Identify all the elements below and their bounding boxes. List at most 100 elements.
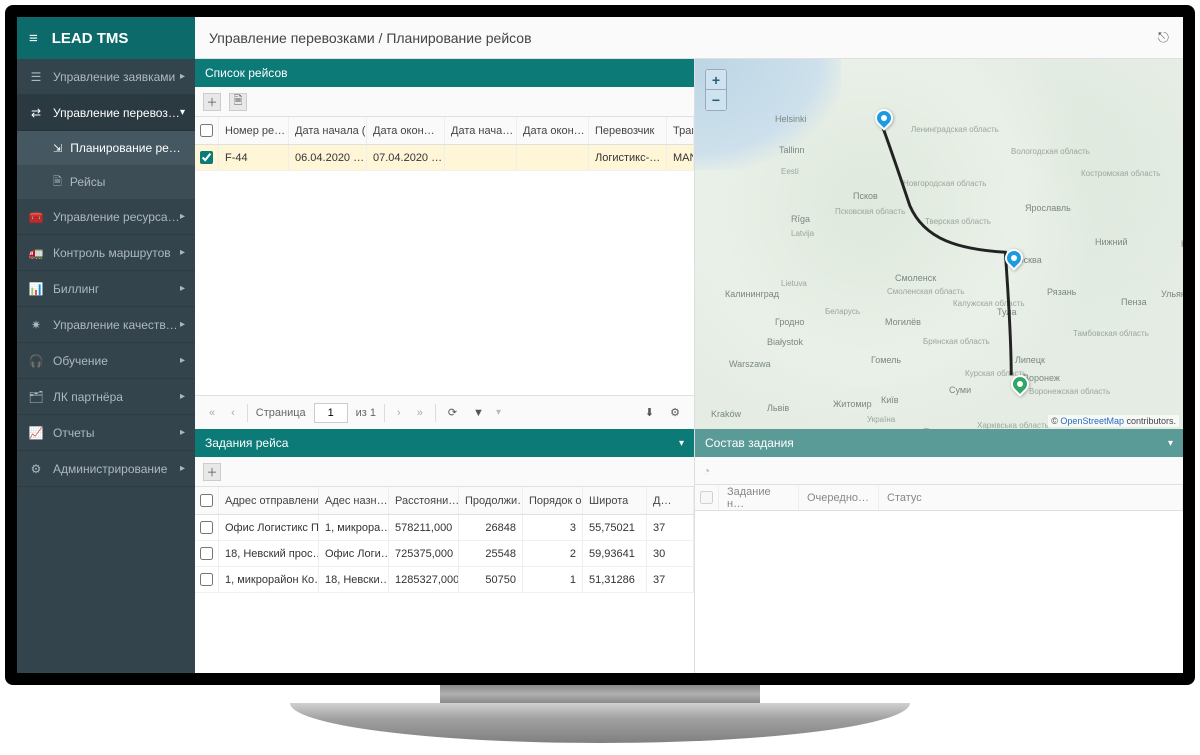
sidebar-item[interactable]: ⇄ Управление перевозка… ▾ — [17, 95, 195, 131]
tasks-col-dur[interactable]: Продолжи… — [459, 487, 523, 514]
row-checkbox[interactable] — [200, 547, 213, 560]
trips-panel-header: Список рейсов — [195, 59, 694, 87]
osm-link[interactable]: OpenStreetMap — [1060, 416, 1124, 426]
add-task-button[interactable]: ＋ — [203, 463, 221, 481]
tasks-title: Задания рейса — [205, 436, 288, 450]
refresh-icon[interactable]: ⟳ — [444, 404, 461, 421]
page-first-icon[interactable]: « — [205, 405, 219, 421]
logout-icon[interactable]: ⎋ — [1158, 29, 1169, 46]
clipboard-button[interactable]: 🗎 — [229, 93, 247, 111]
page-prev-icon[interactable]: ‹ — [227, 405, 239, 421]
trips-panel: Список рейсов ＋ 🗎 Номер ре… Дата начала … — [195, 59, 695, 429]
trips-title: Список рейсов — [205, 66, 288, 80]
app-header: ≡ LEAD TMS — [17, 17, 195, 59]
topbar: Управление перевозками / Планирование ре… — [195, 17, 1183, 59]
sidebar-item-label: Управление перевозка… — [53, 106, 180, 120]
tasks-col-order[interactable]: Порядок о… — [523, 487, 583, 514]
trips-col-num[interactable]: Номер ре… — [219, 117, 289, 144]
comp-col-order[interactable]: Очередно… — [799, 485, 879, 510]
map-label: Харківська область — [977, 421, 1049, 429]
trips-col-carrier[interactable]: Перевозчик — [589, 117, 667, 144]
chevron-right-icon: ▸ — [180, 283, 185, 294]
download-icon[interactable]: ⬇ — [641, 404, 658, 421]
composition-panel-header: Состав задания ▾ — [695, 429, 1183, 457]
tasks-grid-body: Офис Логистикс П… 1, микрора… 578211,000… — [195, 515, 694, 673]
sidebar-item-label: Управление качеством — [53, 318, 180, 332]
collapse-icon[interactable]: ▾ — [679, 438, 684, 449]
page-next-icon[interactable]: › — [393, 405, 405, 421]
settings-icon[interactable]: ⚙ — [666, 404, 684, 421]
page-last-icon[interactable]: » — [413, 405, 427, 421]
sidebar-item-label: ЛК партнёра — [53, 390, 180, 404]
sidebar-item[interactable]: 📊 Биллинг ▸ — [17, 271, 195, 307]
sort-hint-icon: ▾ — [496, 407, 501, 418]
sidebar-item[interactable]: ⚙ Администрирование ▸ — [17, 451, 195, 487]
add-button[interactable]: ＋ — [203, 93, 221, 111]
nav-icon: 🎧 — [27, 354, 45, 368]
trips-check-all[interactable] — [200, 124, 213, 137]
map-attribution: © OpenStreetMap contributors. — [1048, 415, 1179, 427]
zoom-out-button[interactable]: − — [706, 90, 726, 110]
zoom-in-button[interactable]: + — [706, 70, 726, 90]
table-row[interactable]: 1, микрорайон Ко… 18, Невски… 1285327,00… — [195, 567, 694, 593]
sidebar-subitem-label: Планирование ре… — [70, 141, 181, 155]
menu-icon[interactable]: ≡ — [29, 30, 38, 47]
tasks-col-from[interactable]: Адрес отправления — [219, 487, 319, 514]
trips-col-factstart[interactable]: Дата нача… — [445, 117, 517, 144]
composition-panel: Состав задания ▾ ◔ Задание н… Очередно… — [695, 429, 1183, 673]
pager-page-input[interactable] — [314, 403, 348, 423]
nav-icon: 🗎 — [53, 173, 62, 192]
row-checkbox[interactable] — [200, 573, 213, 586]
trips-col-planstart[interactable]: Дата начала (п… — [289, 117, 367, 144]
map[interactable]: HelsinkiTallinnEestiRīgaLatvijaLietuvaКа… — [695, 59, 1183, 429]
sidebar-item[interactable]: ☰ Управление заявками ▸ — [17, 59, 195, 95]
sidebar-item[interactable]: 🚛 Контроль маршрутов ▸ — [17, 235, 195, 271]
nav-icon: ☰ — [27, 70, 45, 84]
row-checkbox[interactable] — [200, 521, 213, 534]
chevron-right-icon: ▸ — [180, 355, 185, 366]
nav-icon: 🗂 — [27, 390, 45, 404]
trips-col-transport[interactable]: Транспор… — [667, 117, 694, 144]
chevron-right-icon: ▸ — [180, 391, 185, 402]
tasks-col-to[interactable]: Адес назн… — [319, 487, 389, 514]
sidebar-item[interactable]: 🗂 ЛК партнёра ▸ — [17, 379, 195, 415]
tasks-col-lat[interactable]: Широта — [583, 487, 647, 514]
comp-col-status[interactable]: Статус — [879, 485, 1183, 510]
table-row[interactable]: Офис Логистикс П… 1, микрора… 578211,000… — [195, 515, 694, 541]
sidebar-item[interactable]: 🧰 Управление ресурсами ▸ — [17, 199, 195, 235]
comp-col-task[interactable]: Задание н… — [719, 485, 799, 510]
sidebar-item-label: Администрирование — [53, 462, 180, 476]
row-checkbox[interactable] — [200, 151, 213, 164]
route-line — [695, 59, 1183, 420]
sidebar-item-label: Управление ресурсами — [53, 210, 180, 224]
nav-icon: 📊 — [27, 282, 45, 296]
sidebar-item-label: Контроль маршрутов — [53, 246, 180, 260]
map-zoom: + − — [705, 69, 727, 111]
trips-col-planend[interactable]: Дата окон… — [367, 117, 445, 144]
composition-grid-body — [695, 511, 1183, 673]
app-name: LEAD TMS — [52, 30, 129, 47]
tasks-toolbar: ＋ — [195, 457, 694, 487]
filter-icon[interactable]: ▼ — [469, 405, 488, 421]
nav-icon: ⇲ — [53, 142, 62, 155]
table-row[interactable]: 18, Невский прос… Офис Логи… 725375,000 … — [195, 541, 694, 567]
chevron-right-icon: ▸ — [180, 463, 185, 474]
main: Управление перевозками / Планирование ре… — [195, 17, 1183, 673]
trips-col-factend[interactable]: Дата окон… — [517, 117, 589, 144]
nav-icon: ⚙ — [27, 462, 45, 476]
clock-icon: ◔ — [703, 464, 710, 478]
collapse-icon[interactable]: ▾ — [1168, 438, 1173, 449]
tasks-col-dist[interactable]: Расстояни… — [389, 487, 459, 514]
chevron-right-icon: ▸ — [180, 427, 185, 438]
tasks-col-lon[interactable]: Д… — [647, 487, 694, 514]
composition-title: Состав задания — [705, 436, 794, 450]
tasks-grid-head: Адрес отправления Адес назн… Расстояни… … — [195, 487, 694, 515]
sidebar-item[interactable]: ✷ Управление качеством ▸ — [17, 307, 195, 343]
sidebar-subitem[interactable]: 🗎 Рейсы — [17, 165, 195, 199]
sidebar-item[interactable]: 📈 Отчеты ▸ — [17, 415, 195, 451]
sidebar-item-label: Отчеты — [53, 426, 180, 440]
sidebar-subitem[interactable]: ⇲ Планирование ре… — [17, 131, 195, 165]
sidebar-item[interactable]: 🎧 Обучение ▸ — [17, 343, 195, 379]
table-row[interactable]: F-44 06.04.2020 … 07.04.2020 … Логистикс… — [195, 145, 694, 171]
tasks-check-all[interactable] — [200, 494, 213, 507]
